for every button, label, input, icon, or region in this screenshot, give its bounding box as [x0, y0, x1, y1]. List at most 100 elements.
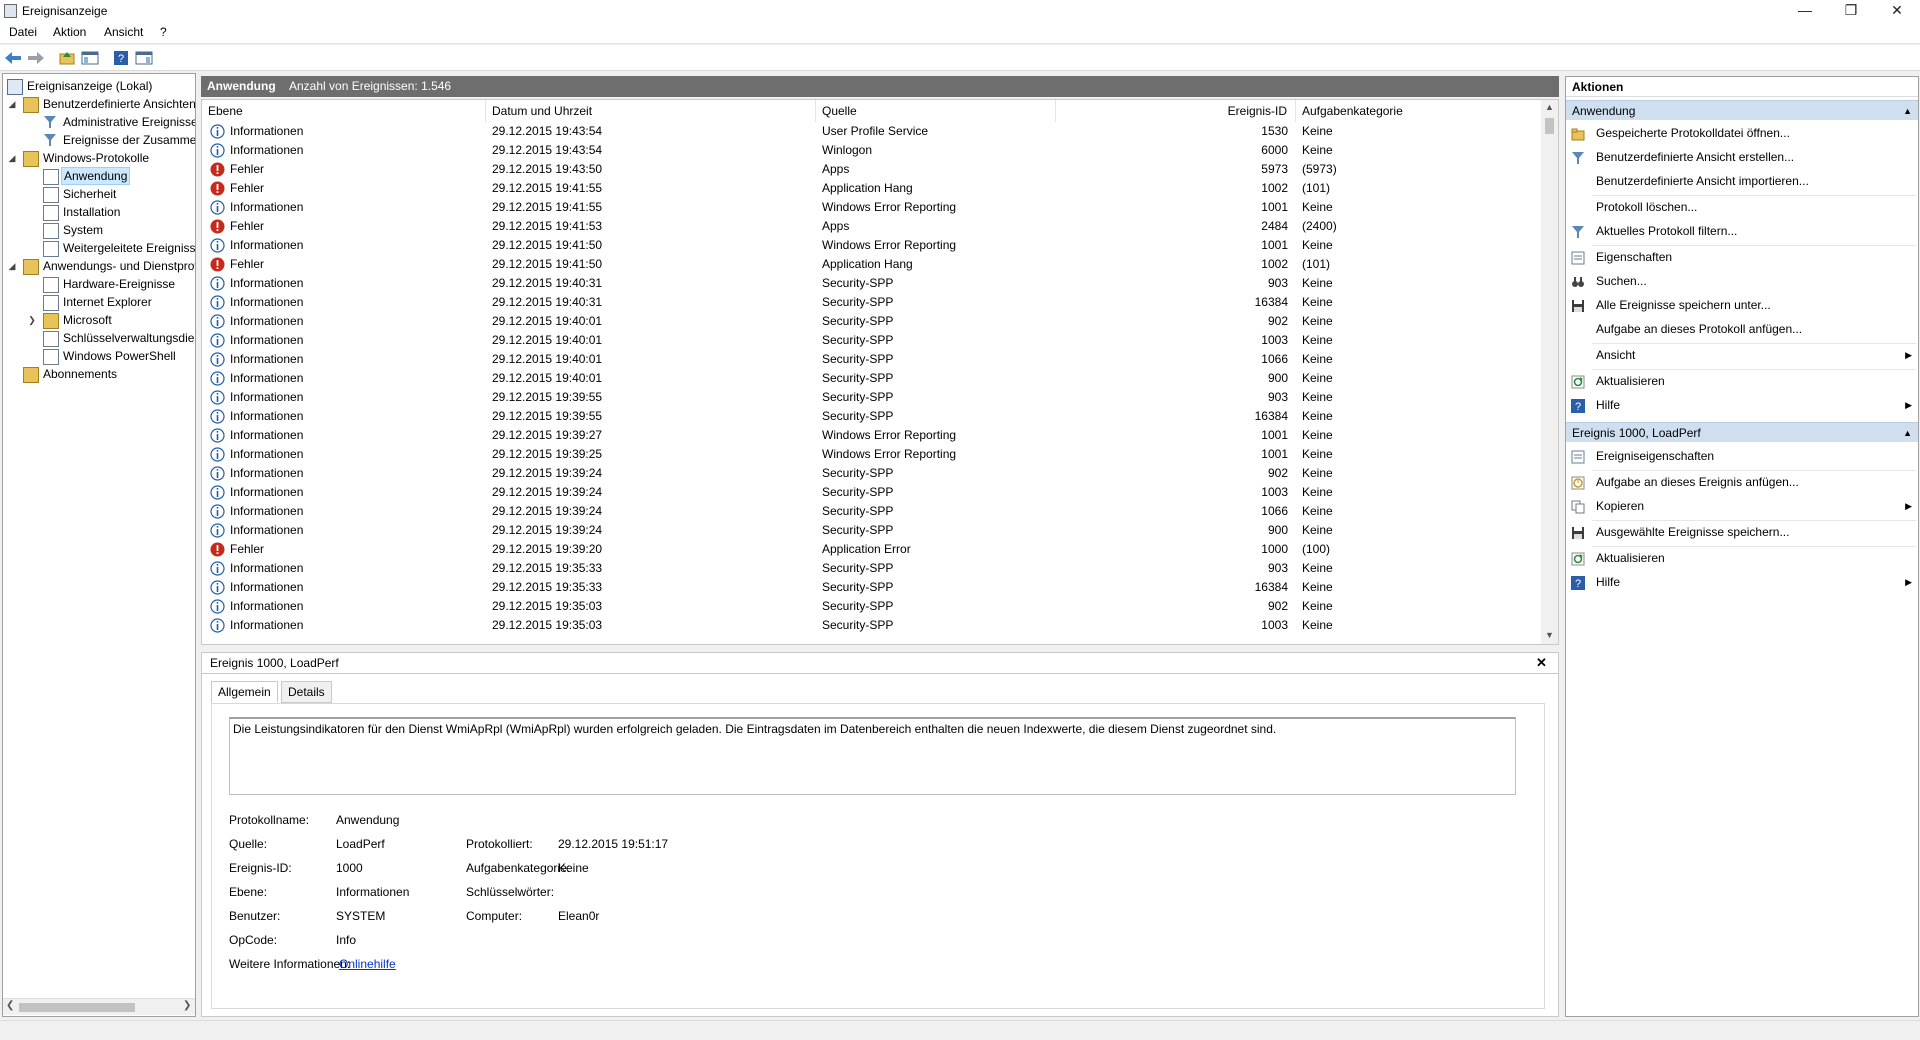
scroll-thumb[interactable]: [19, 1003, 135, 1012]
restore-button[interactable]: ❐: [1828, 0, 1874, 22]
action-item[interactable]: Eigenschaften: [1566, 246, 1918, 268]
cell-category: Keine: [1302, 447, 1333, 461]
table-row[interactable]: Informationen 29.12.2015 19:41:50 Windows …: [202, 236, 1542, 255]
cell-datetime: 29.12.2015 19:40:01: [492, 333, 603, 347]
info-icon: [210, 276, 225, 291]
action-item[interactable]: Aktualisieren: [1566, 547, 1918, 569]
action-item[interactable]: Benutzerdefinierte Ansicht erstellen...: [1566, 146, 1918, 168]
actions-section-event[interactable]: Ereignis 1000, LoadPerf ▲: [1566, 422, 1918, 442]
table-row[interactable]: Informationen 29.12.2015 19:35:33 Security…: [202, 559, 1542, 578]
close-window-button[interactable]: ✕: [1874, 0, 1920, 22]
table-row[interactable]: Informationen 29.12.2015 19:39:55 Security…: [202, 388, 1542, 407]
table-row[interactable]: Informationen 29.12.2015 19:40:31 Security…: [202, 293, 1542, 312]
table-row[interactable]: Informationen 29.12.2015 19:40:01 Security…: [202, 331, 1542, 350]
table-row[interactable]: Informationen 29.12.2015 19:39:24 Security…: [202, 502, 1542, 521]
table-row[interactable]: Informationen 29.12.2015 19:35:33 Security…: [202, 578, 1542, 597]
up-folder-button[interactable]: [57, 48, 77, 68]
event-viewer-icon: [7, 79, 23, 95]
menu-datei[interactable]: Datei: [9, 25, 37, 39]
menu-ansicht[interactable]: Ansicht: [104, 25, 143, 39]
cell-source: Security-SPP: [822, 390, 894, 404]
action-item[interactable]: Benutzerdefinierte Ansicht importieren..…: [1566, 170, 1918, 192]
collapsed-chevron-icon[interactable]: ❯: [27, 311, 37, 329]
menu-help[interactable]: ?: [160, 25, 167, 39]
column-header-level[interactable]: Ebene: [202, 100, 486, 122]
action-item[interactable]: Gespeicherte Protokolldatei öffnen...: [1566, 122, 1918, 144]
error-icon: [210, 257, 225, 272]
forward-button[interactable]: [26, 48, 46, 68]
table-row[interactable]: Fehler 29.12.2015 19:39:20 Application Err…: [202, 540, 1542, 559]
action-item[interactable]: Ereigniseigenschaften: [1566, 445, 1918, 467]
table-row[interactable]: Fehler 29.12.2015 19:43:50 Apps 5973 (5973): [202, 160, 1542, 179]
expanded-chevron-icon[interactable]: ◢: [7, 95, 17, 113]
action-item[interactable]: Aufgabe an dieses Protokoll anfügen...: [1566, 318, 1918, 340]
info-icon: [210, 523, 225, 538]
close-detail-icon[interactable]: ✕: [1536, 653, 1547, 673]
cell-level: Informationen: [230, 333, 304, 347]
cell-event-id: 903: [1267, 390, 1288, 404]
collapse-icon[interactable]: ▲: [1903, 101, 1912, 121]
table-row[interactable]: Informationen 29.12.2015 19:39:27 Windows …: [202, 426, 1542, 445]
scroll-left-icon[interactable]: ❮: [6, 1000, 14, 1011]
column-header-category[interactable]: Aufgabenkategorie: [1296, 100, 1542, 122]
column-header-source[interactable]: Quelle: [816, 100, 1056, 122]
label-opcode: OpCode:: [229, 933, 278, 947]
event-description[interactable]: Die Leistungsindikatoren für den Dienst …: [229, 717, 1516, 795]
column-header-event-id[interactable]: Ereignis-ID: [1056, 100, 1296, 122]
actions-section-log[interactable]: Anwendung ▲: [1566, 100, 1918, 120]
action-item[interactable]: Ansicht ▶: [1566, 344, 1918, 366]
back-button[interactable]: [3, 48, 23, 68]
action-item[interactable]: Aktualisieren: [1566, 370, 1918, 392]
tab-details[interactable]: Details: [281, 681, 332, 703]
table-row[interactable]: Informationen 29.12.2015 19:40:01 Security…: [202, 369, 1542, 388]
table-row[interactable]: Informationen 29.12.2015 19:40:01 Security…: [202, 312, 1542, 331]
scroll-down-icon[interactable]: ▼: [1545, 630, 1554, 640]
action-item[interactable]: Ausgewählte Ereignisse speichern...: [1566, 521, 1918, 543]
expanded-chevron-icon[interactable]: ◢: [7, 149, 17, 167]
action-item[interactable]: Alle Ereignisse speichern unter...: [1566, 294, 1918, 316]
action-item[interactable]: ? Hilfe ▶: [1566, 571, 1918, 593]
action-item[interactable]: Suchen...: [1566, 270, 1918, 292]
table-row[interactable]: Informationen 29.12.2015 19:43:54 User Pro…: [202, 122, 1542, 141]
table-row[interactable]: Informationen 29.12.2015 19:35:03 Security…: [202, 616, 1542, 635]
scroll-up-icon[interactable]: ▲: [1545, 102, 1554, 112]
table-row[interactable]: Informationen 29.12.2015 19:39:55 Security…: [202, 407, 1542, 426]
table-row[interactable]: Informationen 29.12.2015 19:40:01 Security…: [202, 350, 1542, 369]
action-item[interactable]: ? Hilfe ▶: [1566, 394, 1918, 416]
cell-event-id: 1000: [1261, 542, 1288, 556]
table-row[interactable]: Fehler 29.12.2015 19:41:50 Application Han…: [202, 255, 1542, 274]
table-row[interactable]: Informationen 29.12.2015 19:39:25 Windows …: [202, 445, 1542, 464]
table-row[interactable]: Fehler 29.12.2015 19:41:53 Apps 2484 (2400): [202, 217, 1542, 236]
scroll-right-icon[interactable]: ❯: [183, 1000, 191, 1011]
task-icon: [1571, 475, 1585, 490]
action-item[interactable]: Protokoll löschen...: [1566, 196, 1918, 218]
folder-icon: [23, 259, 39, 275]
tab-general[interactable]: Allgemein: [211, 681, 278, 703]
table-row[interactable]: Informationen 29.12.2015 19:39:24 Security…: [202, 521, 1542, 540]
minimize-button[interactable]: —: [1782, 0, 1828, 22]
collapse-icon[interactable]: ▲: [1903, 423, 1912, 443]
cell-level: Fehler: [230, 257, 265, 271]
show-hide-tree-button[interactable]: [80, 48, 100, 68]
column-header-datetime[interactable]: Datum und Uhrzeit: [486, 100, 816, 122]
action-item[interactable]: Aufgabe an dieses Ereignis anfügen...: [1566, 471, 1918, 493]
action-item[interactable]: Kopieren ▶: [1566, 495, 1918, 517]
expanded-chevron-icon[interactable]: ◢: [7, 257, 17, 275]
table-row[interactable]: Informationen 29.12.2015 19:39:24 Security…: [202, 483, 1542, 502]
table-row[interactable]: Informationen 29.12.2015 19:39:24 Security…: [202, 464, 1542, 483]
table-row[interactable]: Informationen 29.12.2015 19:35:03 Security…: [202, 597, 1542, 616]
tree-horizontal-scrollbar[interactable]: ❮ ❯: [3, 998, 195, 1015]
table-row[interactable]: Informationen 29.12.2015 19:43:54 Winlogon…: [202, 141, 1542, 160]
menu-aktion[interactable]: Aktion: [53, 25, 86, 39]
show-hide-actions-button[interactable]: [134, 48, 154, 68]
scroll-thumb[interactable]: [1545, 118, 1554, 134]
help-toolbar-button[interactable]: ?: [111, 48, 131, 68]
table-row[interactable]: Informationen 29.12.2015 19:41:55 Windows …: [202, 198, 1542, 217]
list-vertical-scrollbar[interactable]: ▲ ▼: [1541, 100, 1558, 644]
cell-event-id: 16384: [1254, 580, 1288, 594]
table-row[interactable]: Fehler 29.12.2015 19:41:55 Application Han…: [202, 179, 1542, 198]
online-help-link[interactable]: Onlinehilfe: [339, 955, 396, 973]
table-row[interactable]: Informationen 29.12.2015 19:40:31 Security…: [202, 274, 1542, 293]
action-item[interactable]: Aktuelles Protokoll filtern...: [1566, 220, 1918, 242]
cell-source: Security-SPP: [822, 409, 894, 423]
